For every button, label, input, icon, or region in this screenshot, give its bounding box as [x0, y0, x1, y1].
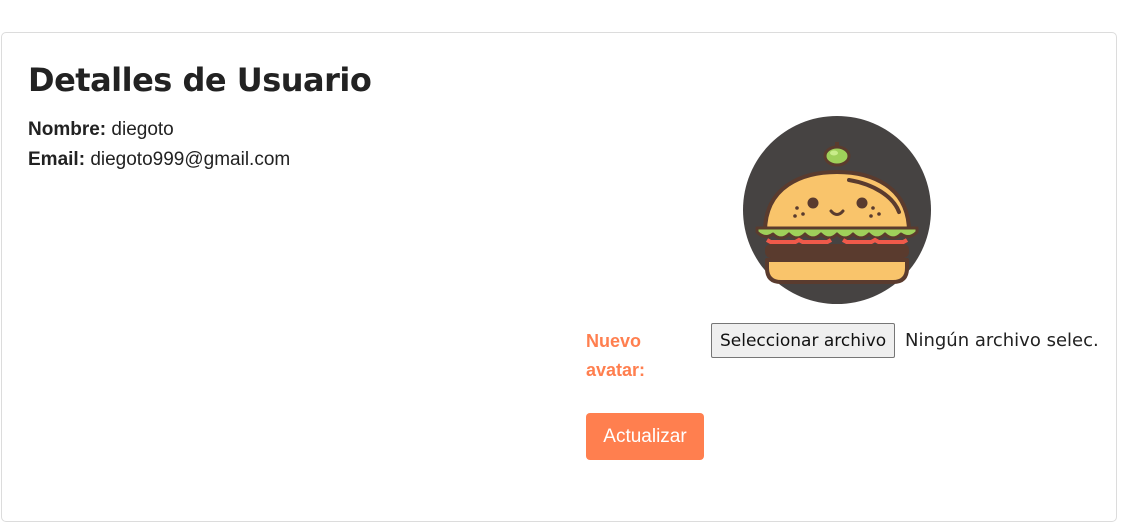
update-button[interactable]: Actualizar	[586, 413, 704, 460]
name-value: diegoto	[111, 119, 174, 140]
page-title: Detalles de Usuario	[28, 61, 372, 99]
user-email-row: Email: diegoto999@gmail.com	[28, 149, 290, 171]
new-avatar-label: Nuevo avatar:	[586, 331, 646, 380]
choose-file-button[interactable]: Seleccionar archivo	[711, 323, 896, 358]
hamburger-icon	[743, 116, 931, 304]
email-label: Email:	[28, 149, 86, 170]
name-label: Nombre:	[28, 119, 107, 140]
avatar	[743, 116, 931, 304]
email-value: diegoto999@gmail.com	[90, 149, 291, 170]
user-details-card: Detalles de Usuario Nombre: diegoto Emai…	[1, 32, 1117, 522]
file-status-text: Ningún archivo selec.	[905, 330, 1099, 351]
user-name-row: Nombre: diegoto	[28, 119, 174, 141]
